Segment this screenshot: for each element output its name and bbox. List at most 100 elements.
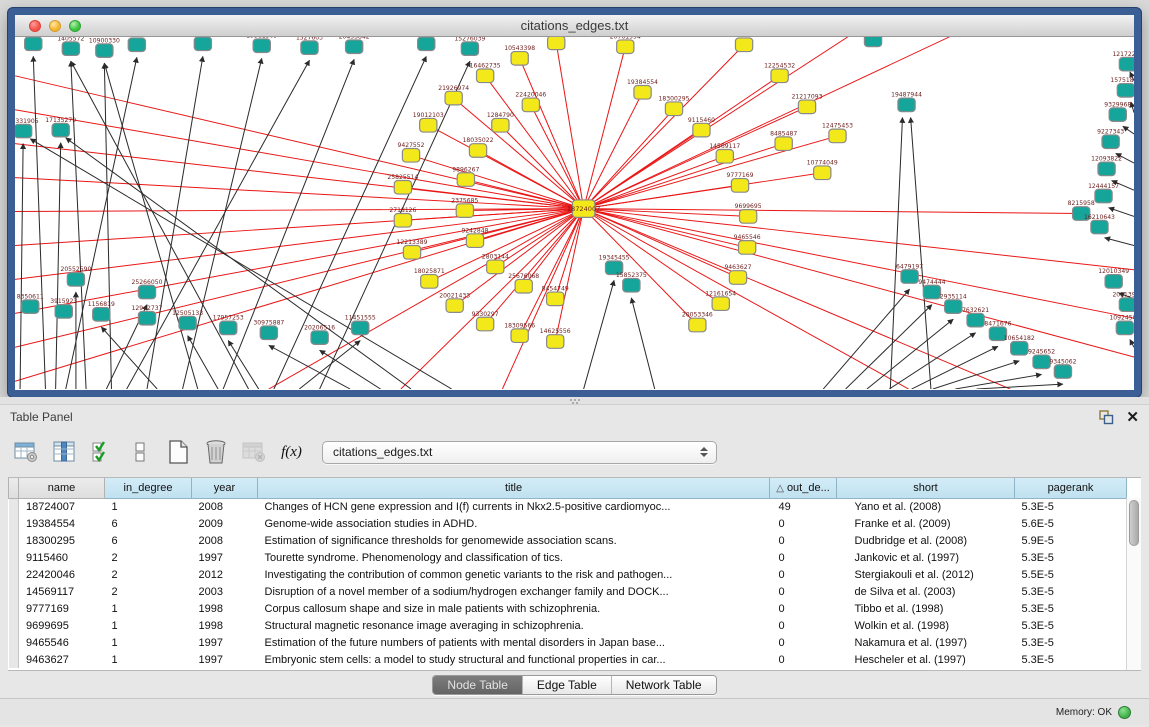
column-header-name[interactable]: name (19, 478, 105, 498)
zoom-window-button[interactable] (69, 20, 81, 32)
graph-node[interactable] (477, 69, 494, 83)
graph-node[interactable] (421, 275, 438, 289)
graph-node[interactable] (394, 213, 411, 227)
graph-node[interactable] (864, 37, 881, 47)
graph-node[interactable] (623, 278, 640, 292)
delete-table-icon[interactable] (202, 439, 229, 466)
graph-node[interactable] (511, 329, 528, 343)
graph-node[interactable] (617, 40, 634, 54)
graph-node[interactable] (548, 37, 565, 50)
close-panel-icon[interactable]: ✕ (1126, 410, 1139, 425)
table-row[interactable]: 969969511998Structural magnetic resonanc… (9, 617, 1127, 634)
graph-node[interactable] (547, 335, 564, 349)
graph-node[interactable] (93, 308, 110, 322)
graph-node[interactable] (311, 331, 328, 345)
graph-node[interactable] (1119, 57, 1134, 71)
column-visibility-icon[interactable] (50, 439, 77, 466)
graph-node[interactable] (456, 204, 473, 218)
graph-node[interactable] (735, 38, 752, 52)
column-header-pagerank[interactable]: pagerank (1015, 478, 1127, 498)
graph-node[interactable] (62, 42, 79, 56)
table-row[interactable]: 2242004622012Investigating the contribut… (9, 566, 1127, 583)
graph-node[interactable] (22, 300, 39, 314)
column-header-out_de...[interactable]: △out_de... (770, 478, 837, 498)
table-row[interactable]: 946554611997Estimation of the future num… (9, 634, 1127, 651)
table-row[interactable]: 1872400712008Changes of HCN gene express… (9, 498, 1127, 515)
table-settings-icon[interactable] (12, 439, 39, 466)
graph-node[interactable] (901, 270, 918, 284)
graph-node[interactable] (466, 234, 483, 248)
clear-row-selection-icon[interactable] (126, 439, 153, 466)
graph-node[interactable] (128, 38, 145, 52)
graph-node[interactable] (547, 292, 564, 306)
graph-node[interactable] (522, 98, 539, 112)
column-header-year[interactable]: year (192, 478, 258, 498)
table-row[interactable]: 911546021997Tourette syndrome. Phenomeno… (9, 549, 1127, 566)
graph-node[interactable] (1098, 162, 1115, 176)
graph-node[interactable] (515, 279, 532, 293)
tab-network-table[interactable]: Network Table (611, 676, 716, 694)
table-row[interactable]: 977716911998Corpus callosum shape and si… (9, 600, 1127, 617)
table-row[interactable]: 1938455462009Genome-wide association stu… (9, 515, 1127, 532)
graph-node[interactable] (15, 124, 32, 138)
graph-node[interactable] (179, 316, 196, 330)
graph-node[interactable] (898, 98, 915, 112)
float-panel-icon[interactable] (1098, 409, 1114, 425)
graph-node[interactable] (923, 285, 940, 299)
graph-node[interactable] (798, 100, 815, 114)
graph-node[interactable] (1102, 135, 1119, 149)
graph-node[interactable] (731, 179, 748, 193)
graph-node[interactable] (402, 149, 419, 163)
new-table-icon[interactable] (164, 439, 191, 466)
table-row[interactable]: 946362711997Embryonic stem cells: a mode… (9, 651, 1127, 668)
table-row[interactable]: 1456911722003Disruption of a novel membe… (9, 583, 1127, 600)
graph-node[interactable] (260, 326, 277, 340)
graph-node[interactable] (945, 300, 962, 314)
graph-node[interactable] (1116, 321, 1133, 335)
graph-node[interactable] (420, 118, 437, 132)
graph-node[interactable] (52, 123, 69, 137)
graph-node[interactable] (477, 317, 494, 331)
graph-node[interactable] (301, 41, 318, 55)
window-titlebar[interactable]: citations_edges.txt (15, 15, 1134, 37)
graph-node[interactable] (487, 260, 504, 274)
graph-node[interactable] (511, 52, 528, 66)
graph-node[interactable] (55, 305, 72, 319)
graph-node[interactable] (445, 91, 462, 105)
graph-node[interactable] (1033, 355, 1050, 369)
close-window-button[interactable] (29, 20, 41, 32)
graph-node[interactable] (220, 321, 237, 335)
graph-node[interactable] (1105, 275, 1122, 289)
graph-node[interactable] (446, 299, 463, 313)
graph-node[interactable] (394, 181, 411, 195)
scrollbar-thumb[interactable] (1129, 500, 1139, 546)
graph-node[interactable] (1011, 341, 1028, 355)
graph-node[interactable] (194, 37, 211, 51)
table-selector-dropdown[interactable]: citations_edges.txt (322, 441, 717, 464)
graph-node[interactable] (138, 311, 155, 325)
graph-node[interactable] (138, 285, 155, 299)
graph-node[interactable] (1119, 298, 1134, 312)
table-scrollbar[interactable] (1126, 498, 1141, 670)
tab-edge-table[interactable]: Edge Table (522, 676, 611, 694)
function-builder-icon[interactable]: f(x) (278, 439, 305, 466)
graph-node[interactable] (1054, 365, 1071, 379)
graph-node[interactable] (25, 37, 42, 51)
graph-node[interactable] (689, 318, 706, 332)
graph-node[interactable] (253, 39, 270, 53)
graph-node[interactable] (469, 144, 486, 158)
graph-node[interactable] (738, 241, 755, 255)
graph-node[interactable] (352, 321, 369, 335)
graph-node[interactable] (67, 273, 84, 287)
graph-node[interactable] (967, 313, 984, 327)
citation-network-graph[interactable]: 8130074105433981646273521926974190121039… (15, 37, 1134, 389)
graph-node[interactable] (716, 149, 733, 163)
graph-node[interactable] (712, 297, 729, 311)
graph-node[interactable] (771, 69, 788, 83)
network-canvas[interactable]: 8130074105433981646273521926974190121039… (15, 37, 1134, 389)
graph-node[interactable] (457, 173, 474, 187)
column-header-short[interactable]: short (837, 478, 1015, 498)
graph-node[interactable] (740, 210, 757, 224)
graph-node[interactable] (1095, 189, 1112, 203)
graph-node[interactable] (693, 123, 710, 137)
